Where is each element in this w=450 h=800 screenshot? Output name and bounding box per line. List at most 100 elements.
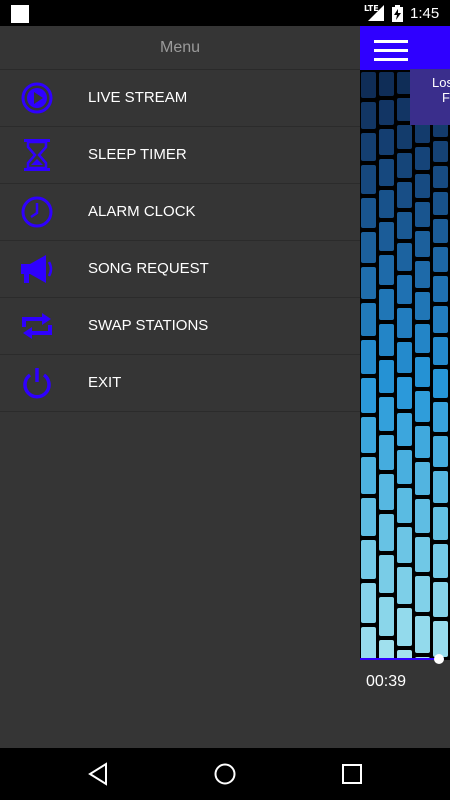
- menu-item-live-stream[interactable]: LIVE STREAM: [0, 70, 360, 127]
- equalizer-cell: [361, 417, 376, 453]
- equalizer-cell: [415, 499, 430, 533]
- equalizer-cell: [397, 125, 412, 149]
- swap-icon: [22, 313, 52, 339]
- recents-icon[interactable]: [340, 762, 364, 786]
- equalizer-cell: [415, 357, 430, 387]
- equalizer-cell: [433, 402, 448, 432]
- menu-item-label: SLEEP TIMER: [88, 146, 187, 163]
- equalizer-cell: [379, 555, 394, 593]
- equalizer-cell: [433, 471, 448, 503]
- menu-item-label: ALARM CLOCK: [88, 203, 196, 220]
- equalizer-cell: [397, 567, 412, 604]
- equalizer-cell: [361, 232, 376, 263]
- drawer-menu: LIVE STREAM SLEEP TIMER ALARM CLOCK SONG…: [0, 70, 360, 412]
- equalizer-cell: [415, 174, 430, 198]
- equalizer-cell: [397, 182, 412, 208]
- equalizer-cell: [379, 360, 394, 393]
- equalizer-cell: [379, 435, 394, 470]
- equalizer-cell: [415, 231, 430, 257]
- menu-item-sleep-timer[interactable]: SLEEP TIMER: [0, 127, 360, 184]
- equalizer-cell: [361, 627, 376, 660]
- clock-icon: [21, 196, 53, 228]
- notification-icon: [11, 5, 29, 23]
- menu-item-exit[interactable]: EXIT: [0, 355, 360, 412]
- hamburger-menu-icon[interactable]: [374, 40, 408, 62]
- equalizer-cell: [433, 507, 448, 540]
- status-bar: LTE 1:45: [0, 0, 450, 26]
- equalizer-cell: [361, 303, 376, 336]
- equalizer-cell: [379, 289, 394, 320]
- menu-item-song-request[interactable]: SONG REQUEST: [0, 241, 360, 298]
- elapsed-time: 00:39: [366, 673, 407, 690]
- navigation-drawer: Menu LIVE STREAM SLEEP TIMER ALARM CLOCK…: [0, 26, 360, 748]
- seek-thumb[interactable]: [433, 654, 444, 664]
- seek-bar[interactable]: [360, 658, 444, 660]
- equalizer-cell: [379, 474, 394, 510]
- equalizer-cell: [415, 462, 430, 495]
- equalizer-cell: [415, 261, 430, 288]
- equalizer-cell: [433, 436, 448, 467]
- system-nav-bar: [0, 748, 450, 800]
- equalizer-cell: [361, 133, 376, 161]
- equalizer-cell: [433, 247, 448, 272]
- equalizer-cell: [415, 576, 430, 612]
- equalizer-cell: [379, 222, 394, 251]
- menu-item-label: SWAP STATIONS: [88, 317, 209, 334]
- equalizer-cell: [361, 583, 376, 623]
- equalizer-cell: [433, 306, 448, 333]
- back-icon[interactable]: [86, 762, 110, 786]
- equalizer-cell: [433, 276, 448, 302]
- equalizer-cell: [433, 192, 448, 215]
- equalizer-cell: [433, 582, 448, 617]
- equalizer-cell: [361, 72, 376, 98]
- equalizer-cell: [379, 159, 394, 186]
- equalizer-cell: [379, 255, 394, 285]
- equalizer-cell: [379, 190, 394, 218]
- equalizer-cell: [415, 147, 430, 170]
- equalizer-cell: [397, 413, 412, 446]
- banner-text: Los: [432, 75, 450, 90]
- equalizer-cell: [397, 608, 412, 646]
- power-icon: [23, 368, 51, 399]
- menu-item-alarm-clock[interactable]: ALARM CLOCK: [0, 184, 360, 241]
- clock-time: 1:45: [410, 5, 440, 22]
- equalizer-cell: [433, 337, 448, 365]
- equalizer-visual: [360, 70, 450, 660]
- drawer-title: Menu: [0, 26, 360, 70]
- promo-banner[interactable]: Los F: [410, 69, 450, 125]
- battery-charging-icon: [392, 5, 403, 22]
- equalizer-cell: [397, 308, 412, 338]
- equalizer-cell: [361, 165, 376, 194]
- equalizer-cell: [361, 457, 376, 494]
- app-toolbar: [360, 26, 450, 70]
- equalizer-cell: [415, 616, 430, 653]
- equalizer-cell: [397, 342, 412, 373]
- hourglass-icon: [24, 139, 50, 171]
- equalizer-cell: [379, 597, 394, 636]
- equalizer-cell: [433, 544, 448, 578]
- menu-item-label: EXIT: [88, 374, 122, 391]
- equalizer-cell: [397, 450, 412, 484]
- equalizer-cell: [433, 621, 448, 657]
- menu-item-label: SONG REQUEST: [88, 260, 209, 277]
- equalizer-cell: [379, 514, 394, 551]
- menu-item-swap-stations[interactable]: SWAP STATIONS: [0, 298, 360, 355]
- equalizer-cell: [361, 498, 376, 536]
- player-screen: Los F 00:39: [360, 26, 450, 748]
- equalizer-cell: [361, 540, 376, 579]
- equalizer-cell: [361, 378, 376, 413]
- equalizer-cell: [433, 141, 448, 162]
- equalizer-cell: [415, 292, 430, 320]
- equalizer-cell: [397, 153, 412, 178]
- signal-icon: [368, 5, 384, 21]
- home-icon[interactable]: [213, 762, 237, 786]
- equalizer-cell: [433, 219, 448, 243]
- equalizer-cell: [379, 129, 394, 155]
- equalizer-cell: [397, 377, 412, 409]
- equalizer-cell: [433, 166, 448, 188]
- equalizer-cell: [379, 72, 394, 96]
- equalizer-cell: [361, 102, 376, 129]
- play-circle-icon: [21, 82, 53, 114]
- equalizer-cell: [397, 212, 412, 239]
- equalizer-cell: [415, 426, 430, 458]
